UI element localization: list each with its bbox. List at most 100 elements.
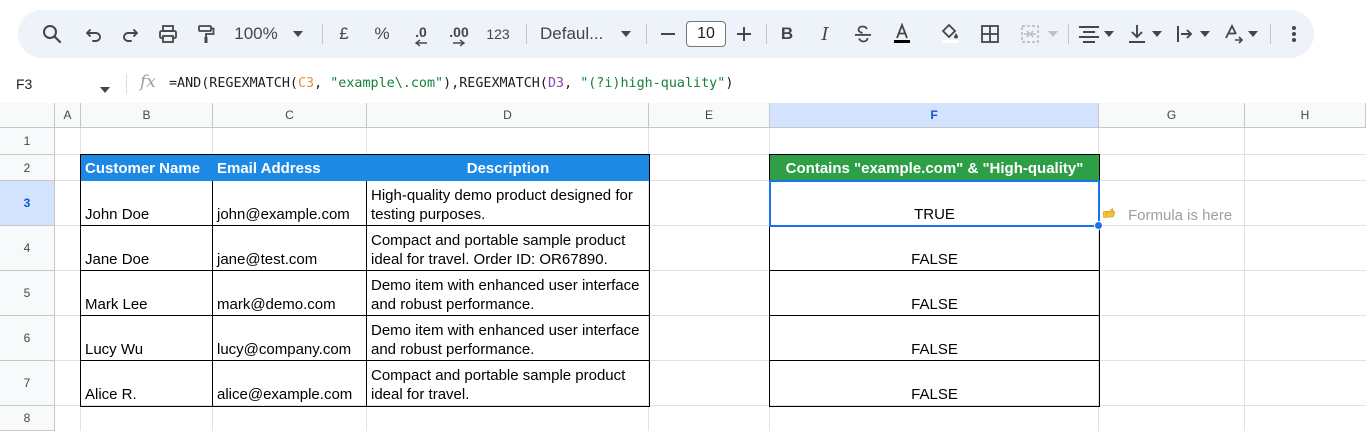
currency-format-button[interactable]: £ — [332, 10, 356, 58]
row-header-6[interactable]: 6 — [0, 316, 55, 361]
decrease-font-size-icon[interactable] — [656, 10, 680, 58]
name-box-dropdown-icon[interactable] — [100, 80, 110, 98]
arrow-left-icon — [414, 39, 427, 47]
text-color-icon[interactable] — [888, 10, 916, 58]
header-customer-name[interactable]: Customer Name — [81, 155, 213, 181]
font-family-select[interactable]: Defaul... — [536, 10, 610, 58]
toolbar-divider — [1068, 24, 1069, 44]
table-border — [212, 181, 213, 406]
cell-name[interactable]: Lucy Wu — [81, 316, 213, 361]
align-dropdown-icon[interactable] — [1102, 10, 1116, 58]
cell-email[interactable]: john@example.com — [213, 181, 367, 226]
wrap-dropdown-icon[interactable] — [1198, 10, 1212, 58]
zoom-select[interactable]: 100% — [230, 10, 282, 58]
cell-name[interactable]: Alice R. — [81, 361, 213, 406]
fill-handle[interactable] — [1094, 221, 1103, 230]
cell-email[interactable]: mark@demo.com — [213, 271, 367, 316]
formula-bar: F3 fx =AND(REGEXMATCH(C3, "example\.com"… — [0, 68, 1366, 100]
more-formats-button[interactable]: 123 — [482, 10, 514, 58]
formula-string: "example\.com" — [330, 76, 444, 91]
rotation-dropdown-icon[interactable] — [1246, 10, 1260, 58]
cell-description[interactable]: Compact and portable sample product idea… — [367, 361, 649, 406]
toolbar: 100% £ % .0 .00 123 Defaul... 10 B I — [18, 10, 1314, 58]
text-rotation-icon[interactable] — [1220, 10, 1246, 58]
table-border — [770, 315, 1099, 316]
borders-icon[interactable] — [976, 10, 1004, 58]
italic-button[interactable]: I — [812, 10, 838, 58]
formula-input[interactable]: =AND(REGEXMATCH(C3, "example\.com"),REGE… — [169, 68, 733, 100]
column-header-g[interactable]: G — [1099, 103, 1245, 128]
merge-dropdown-icon[interactable] — [1046, 10, 1060, 58]
table-border — [770, 360, 1099, 361]
decrease-decimal-button[interactable]: .0 — [406, 10, 436, 58]
cell-result[interactable]: FALSE — [770, 361, 1099, 406]
header-description[interactable]: Description — [367, 155, 649, 181]
merge-cells-icon[interactable] — [1016, 10, 1044, 58]
cell-result[interactable]: FALSE — [770, 226, 1099, 271]
formula-part: ) — [725, 76, 734, 91]
font-dropdown-icon[interactable] — [618, 10, 634, 58]
print-icon[interactable] — [154, 10, 182, 58]
percent-format-button[interactable]: % — [370, 10, 394, 58]
column-header-a[interactable]: A — [55, 103, 81, 128]
row-header-4[interactable]: 4 — [0, 226, 55, 271]
row-header-5[interactable]: 5 — [0, 271, 55, 316]
spreadsheet-grid: A B C D E F G H 1 2 3 4 5 6 7 8 Customer… — [0, 103, 1366, 431]
cell-email[interactable]: jane@test.com — [213, 226, 367, 271]
cell-name[interactable]: Mark Lee — [81, 271, 213, 316]
gridline — [1244, 128, 1245, 431]
toolbar-divider — [766, 24, 767, 44]
column-header-e[interactable]: E — [649, 103, 770, 128]
row-header-7[interactable]: 7 — [0, 361, 55, 406]
bold-button[interactable]: B — [774, 10, 800, 58]
text-wrapping-icon[interactable] — [1172, 10, 1198, 58]
cell-description[interactable]: Demo item with enhanced user interface a… — [367, 271, 649, 316]
row-header-1[interactable]: 1 — [0, 128, 55, 155]
cell-email[interactable]: lucy@company.com — [213, 316, 367, 361]
table-border — [81, 315, 649, 316]
cell-result[interactable]: FALSE — [770, 271, 1099, 316]
toolbar-divider — [646, 24, 647, 44]
cell-description[interactable]: High-quality demo product designed for t… — [367, 181, 649, 226]
formula-part: , — [564, 76, 581, 91]
column-header-h[interactable]: H — [1245, 103, 1366, 128]
paint-format-icon[interactable] — [192, 10, 220, 58]
cell-email[interactable]: alice@example.com — [213, 361, 367, 406]
horizontal-align-icon[interactable] — [1076, 10, 1102, 58]
select-all-corner[interactable] — [0, 103, 55, 128]
search-icon[interactable] — [38, 10, 66, 58]
formula-part: ),REGEXMATCH( — [443, 76, 548, 91]
font-size-input[interactable]: 10 — [686, 21, 726, 47]
header-email-address[interactable]: Email Address — [213, 155, 367, 181]
fill-color-icon[interactable] — [936, 10, 964, 58]
column-header-f[interactable]: F — [770, 103, 1099, 128]
row-header-2[interactable]: 2 — [0, 155, 55, 181]
cell-description[interactable]: Demo item with enhanced user interface a… — [367, 316, 649, 361]
table-border — [81, 360, 649, 361]
column-header-d[interactable]: D — [367, 103, 649, 128]
cell-description[interactable]: Compact and portable sample product idea… — [367, 226, 649, 271]
header-result[interactable]: Contains "example.com" & "High-quality" — [770, 155, 1099, 181]
increase-font-size-icon[interactable] — [732, 10, 756, 58]
vertical-align-icon[interactable] — [1124, 10, 1150, 58]
zoom-dropdown-icon[interactable] — [290, 10, 306, 58]
formula-ref-d3: D3 — [547, 76, 565, 91]
row-header-8[interactable]: 8 — [0, 406, 55, 431]
redo-icon[interactable] — [116, 10, 144, 58]
valign-dropdown-icon[interactable] — [1150, 10, 1164, 58]
arrow-right-icon — [453, 39, 466, 47]
fx-icon: fx — [140, 72, 156, 92]
column-header-c[interactable]: C — [213, 103, 367, 128]
cell-name[interactable]: John Doe — [81, 181, 213, 226]
cell-result[interactable]: FALSE — [770, 316, 1099, 361]
cell-result[interactable]: TRUE — [770, 181, 1099, 226]
cell-name[interactable]: Jane Doe — [81, 226, 213, 271]
undo-icon[interactable] — [80, 10, 108, 58]
table-border — [366, 181, 367, 406]
strikethrough-icon[interactable] — [850, 10, 876, 58]
row-header-3[interactable]: 3 — [0, 181, 55, 226]
more-options-icon[interactable] — [1282, 10, 1306, 58]
column-header-b[interactable]: B — [81, 103, 213, 128]
increase-decimal-button[interactable]: .00 — [442, 10, 476, 58]
name-box[interactable]: F3 — [16, 68, 32, 100]
